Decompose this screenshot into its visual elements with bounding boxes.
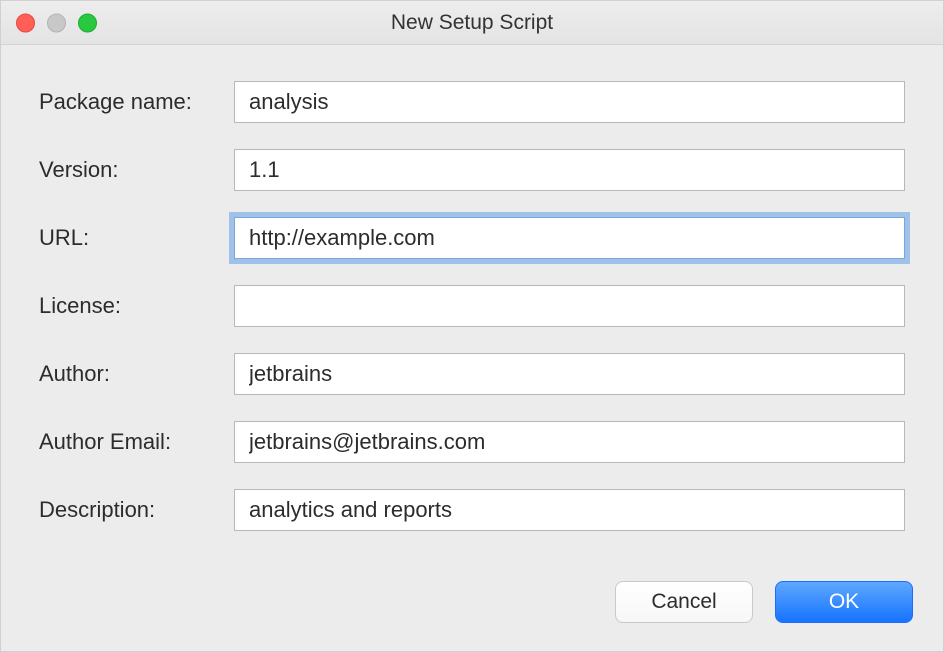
dialog-window: New Setup Script Package name: Version: … — [0, 0, 944, 652]
row-license: License: — [39, 285, 905, 327]
row-package-name: Package name: — [39, 81, 905, 123]
cancel-button[interactable]: Cancel — [615, 581, 753, 623]
input-url[interactable] — [234, 217, 905, 259]
row-author-email: Author Email: — [39, 421, 905, 463]
input-license[interactable] — [234, 285, 905, 327]
ok-button[interactable]: OK — [775, 581, 913, 623]
input-package-name[interactable] — [234, 81, 905, 123]
row-url: URL: — [39, 217, 905, 259]
close-icon[interactable] — [16, 13, 35, 32]
form-content: Package name: Version: URL: License: Aut… — [1, 45, 943, 563]
label-package-name: Package name: — [39, 89, 234, 115]
label-author-email: Author Email: — [39, 429, 234, 455]
label-url: URL: — [39, 225, 234, 251]
label-version: Version: — [39, 157, 234, 183]
minimize-icon[interactable] — [47, 13, 66, 32]
input-description[interactable] — [234, 489, 905, 531]
row-version: Version: — [39, 149, 905, 191]
titlebar: New Setup Script — [1, 1, 943, 45]
maximize-icon[interactable] — [78, 13, 97, 32]
window-title: New Setup Script — [1, 11, 943, 35]
label-license: License: — [39, 293, 234, 319]
label-author: Author: — [39, 361, 234, 387]
traffic-lights — [16, 13, 97, 32]
label-description: Description: — [39, 497, 234, 523]
dialog-footer: Cancel OK — [1, 563, 943, 651]
row-author: Author: — [39, 353, 905, 395]
row-description: Description: — [39, 489, 905, 531]
input-version[interactable] — [234, 149, 905, 191]
input-author-email[interactable] — [234, 421, 905, 463]
input-author[interactable] — [234, 353, 905, 395]
